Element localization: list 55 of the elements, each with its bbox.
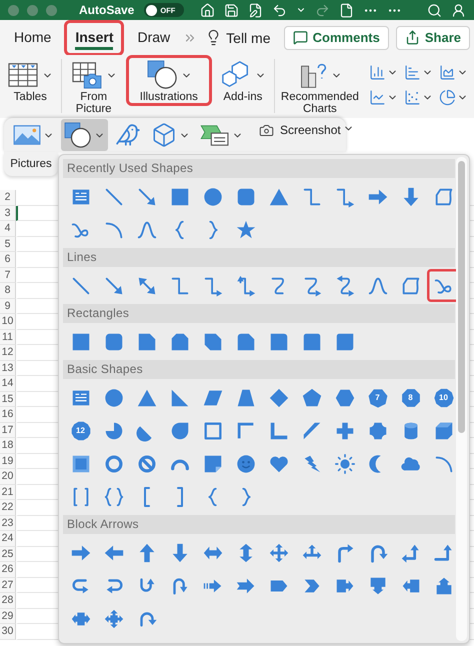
shape-number: 10: [438, 392, 449, 403]
comments-button[interactable]: Comments: [284, 26, 389, 50]
row-number: 30: [0, 624, 16, 640]
row-number: 15: [0, 392, 16, 407]
row-number: 26: [0, 562, 16, 578]
ribbon-tab[interactable]: Draw: [126, 20, 182, 56]
row-number: 12: [0, 345, 16, 360]
row-number: 13: [0, 360, 16, 376]
ribbon-tab[interactable]: Insert: [64, 20, 124, 56]
row-number: 6: [0, 252, 16, 268]
section-header: Rectangles: [63, 304, 455, 323]
row-number: 8: [0, 283, 16, 298]
section-header: Recently Used Shapes: [63, 159, 455, 178]
section-header: Block Arrows: [63, 515, 455, 534]
row-number: 14: [0, 376, 16, 392]
shape-button[interactable]: 8: [394, 381, 427, 414]
ribbon-command[interactable]: Recommended Charts: [280, 91, 359, 115]
row-number: 21: [0, 484, 16, 500]
row-number: 3: [0, 206, 16, 221]
autosave-label: AutoSave: [79, 3, 134, 17]
shape-number: 7: [374, 392, 381, 403]
row-number: 28: [0, 593, 16, 608]
row-number: 5: [0, 236, 16, 252]
row-number: 19: [0, 454, 16, 469]
shape-button[interactable]: 12: [64, 414, 97, 447]
ribbon-command[interactable]: From Picture: [70, 91, 117, 115]
tell-me-field[interactable]: Tell me: [226, 30, 271, 46]
shape-number: 12: [75, 425, 86, 436]
row-number: 2: [0, 190, 16, 206]
section-header: Lines: [63, 248, 455, 267]
row-number: 18: [0, 438, 16, 454]
row-number: 22: [0, 500, 16, 516]
row-number: 24: [0, 531, 16, 546]
row-number: 25: [0, 546, 16, 562]
row-number: 11: [0, 330, 16, 345]
ribbon-command[interactable]: Illustrations: [140, 91, 198, 103]
row-number: 10: [0, 314, 16, 330]
screenshot-button[interactable]: Screenshot: [256, 119, 357, 151]
section-header: Basic Shapes: [63, 360, 455, 379]
row-number: 20: [0, 469, 16, 484]
row-number: 16: [0, 407, 16, 422]
row-number: 29: [0, 608, 16, 624]
ribbon-command[interactable]: Tables: [14, 91, 47, 103]
row-number: 4: [0, 221, 16, 236]
ribbon-command[interactable]: Add-ins: [223, 91, 262, 103]
pictures-label[interactable]: Pictures: [4, 152, 58, 176]
ribbon-tab[interactable]: Home: [3, 20, 62, 56]
row-number: 9: [0, 298, 16, 314]
row-number: 17: [0, 422, 16, 438]
shape-button[interactable]: 7: [361, 381, 394, 414]
shape-number: 8: [407, 392, 414, 403]
share-button[interactable]: Share: [396, 26, 470, 50]
row-number: 27: [0, 578, 16, 593]
row-number: 7: [0, 268, 16, 283]
row-number: 23: [0, 516, 16, 531]
